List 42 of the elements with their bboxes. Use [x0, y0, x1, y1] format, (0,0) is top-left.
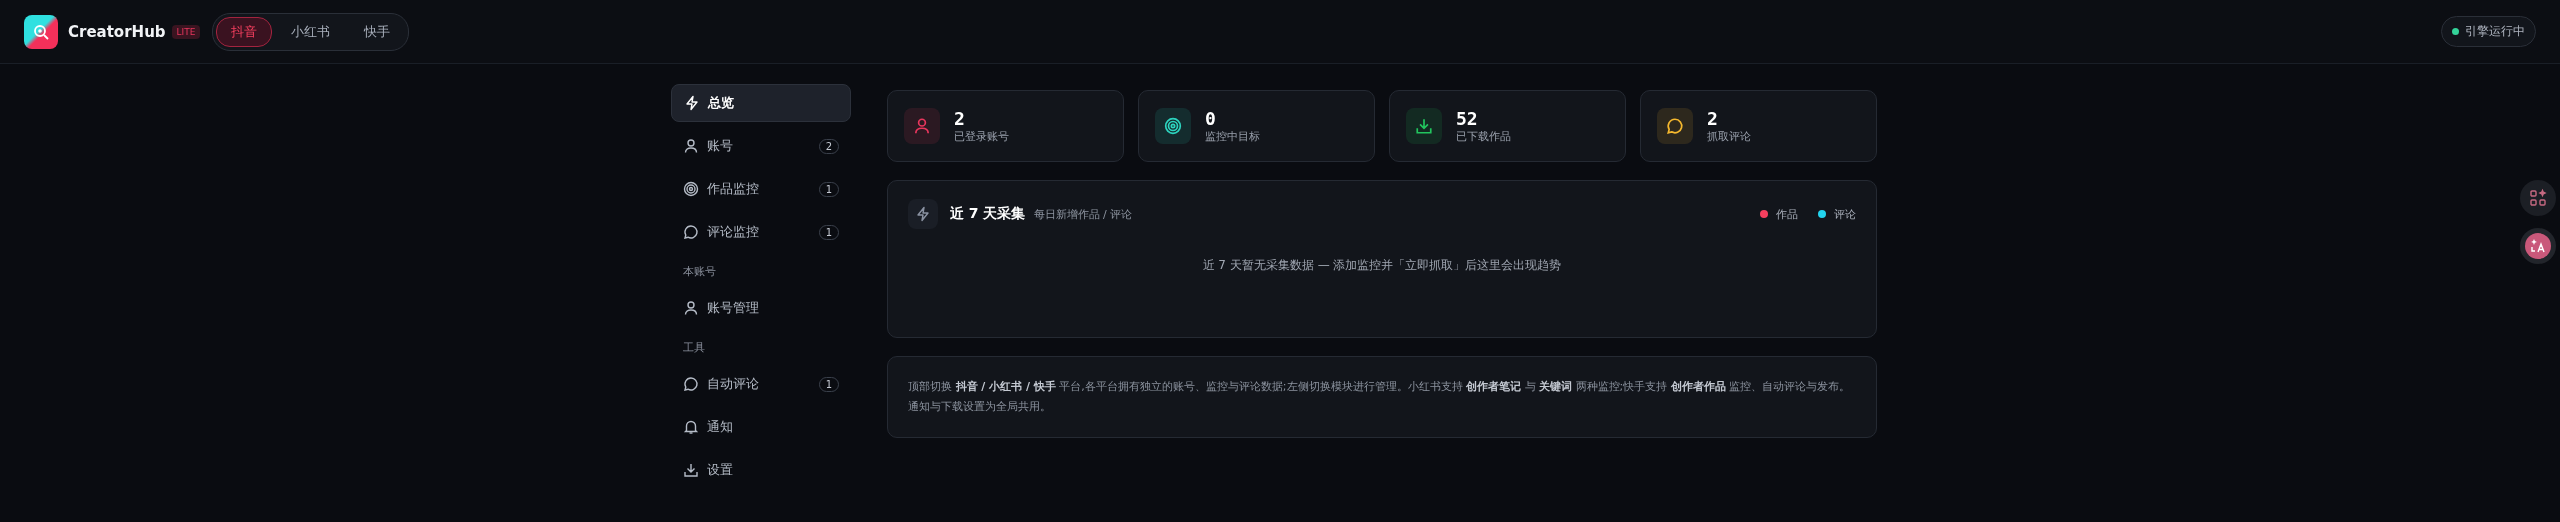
user-icon	[683, 300, 699, 316]
stat-label: 抓取评论	[1707, 129, 1751, 144]
platform-tab[interactable]: 小红书	[276, 16, 346, 47]
stat-value: 52	[1456, 108, 1479, 129]
stat-label: 已下载作品	[1456, 129, 1511, 144]
sidebar-item[interactable]: 总览	[671, 84, 851, 122]
section-heading: 本账号	[682, 264, 717, 280]
stat-value: 0	[1205, 108, 1217, 129]
section-heading: 工具	[682, 340, 706, 356]
chat-icon	[683, 224, 699, 240]
stat-value: 2	[1707, 108, 1719, 129]
panel-title: 近 7 天采集	[950, 205, 1026, 223]
legend-label: 作品	[1776, 206, 1798, 222]
sidebar-item[interactable]: 账号 2	[671, 127, 851, 165]
user-icon	[683, 138, 699, 154]
sidebar-item[interactable]: 账号管理	[671, 289, 851, 327]
sidebar-item[interactable]: 评论监控 1	[671, 213, 851, 251]
bolt-icon	[684, 95, 700, 111]
sidebar-item[interactable]: 通知	[671, 408, 851, 446]
translate-icon[interactable]	[2520, 228, 2556, 264]
platform-tab[interactable]: 快手	[349, 16, 406, 47]
bolt-icon	[908, 199, 938, 229]
download-icon	[683, 462, 699, 478]
panel-subtitle: 每日新增作品 / 评论	[1033, 206, 1133, 222]
stat-label: 已登录账号	[954, 129, 1009, 144]
target-icon	[683, 181, 699, 197]
sidebar-item[interactable]: 设置	[671, 451, 851, 489]
edition-badge: LITE	[171, 24, 201, 39]
info-text: 顶部切换 抖音 / 小红书 / 快手 平台,各平台拥有独立的账号、监控与评论数据;左侧切换模块进行管理。小红书支持 创作者笔记 与 关键词 两种监控;快手支持 创作者作品 监控、自动评论与发布。通知与下载设置为全局共用。	[908, 380, 1851, 413]
apps-icon[interactable]	[2520, 180, 2556, 216]
empty-message: 近 7 天暂无采集数据 — 添加监控并「立即抓取」后这里会出现趋势	[1201, 257, 1563, 274]
app-name: CreatorHub	[68, 22, 166, 41]
bell-icon	[683, 419, 699, 435]
legend-label: 评论	[1834, 206, 1856, 222]
stat-value: 2	[954, 108, 966, 129]
sidebar-item[interactable]: 作品监控 1	[671, 170, 851, 208]
status-label: 引擎运行中	[2465, 23, 2525, 40]
platform-tab[interactable]: 抖音	[216, 16, 273, 47]
stat-label: 监控中目标	[1205, 129, 1260, 144]
app-logo-icon	[24, 14, 58, 49]
sidebar-item[interactable]: 自动评论 1	[671, 365, 851, 403]
chat-icon	[683, 376, 699, 392]
